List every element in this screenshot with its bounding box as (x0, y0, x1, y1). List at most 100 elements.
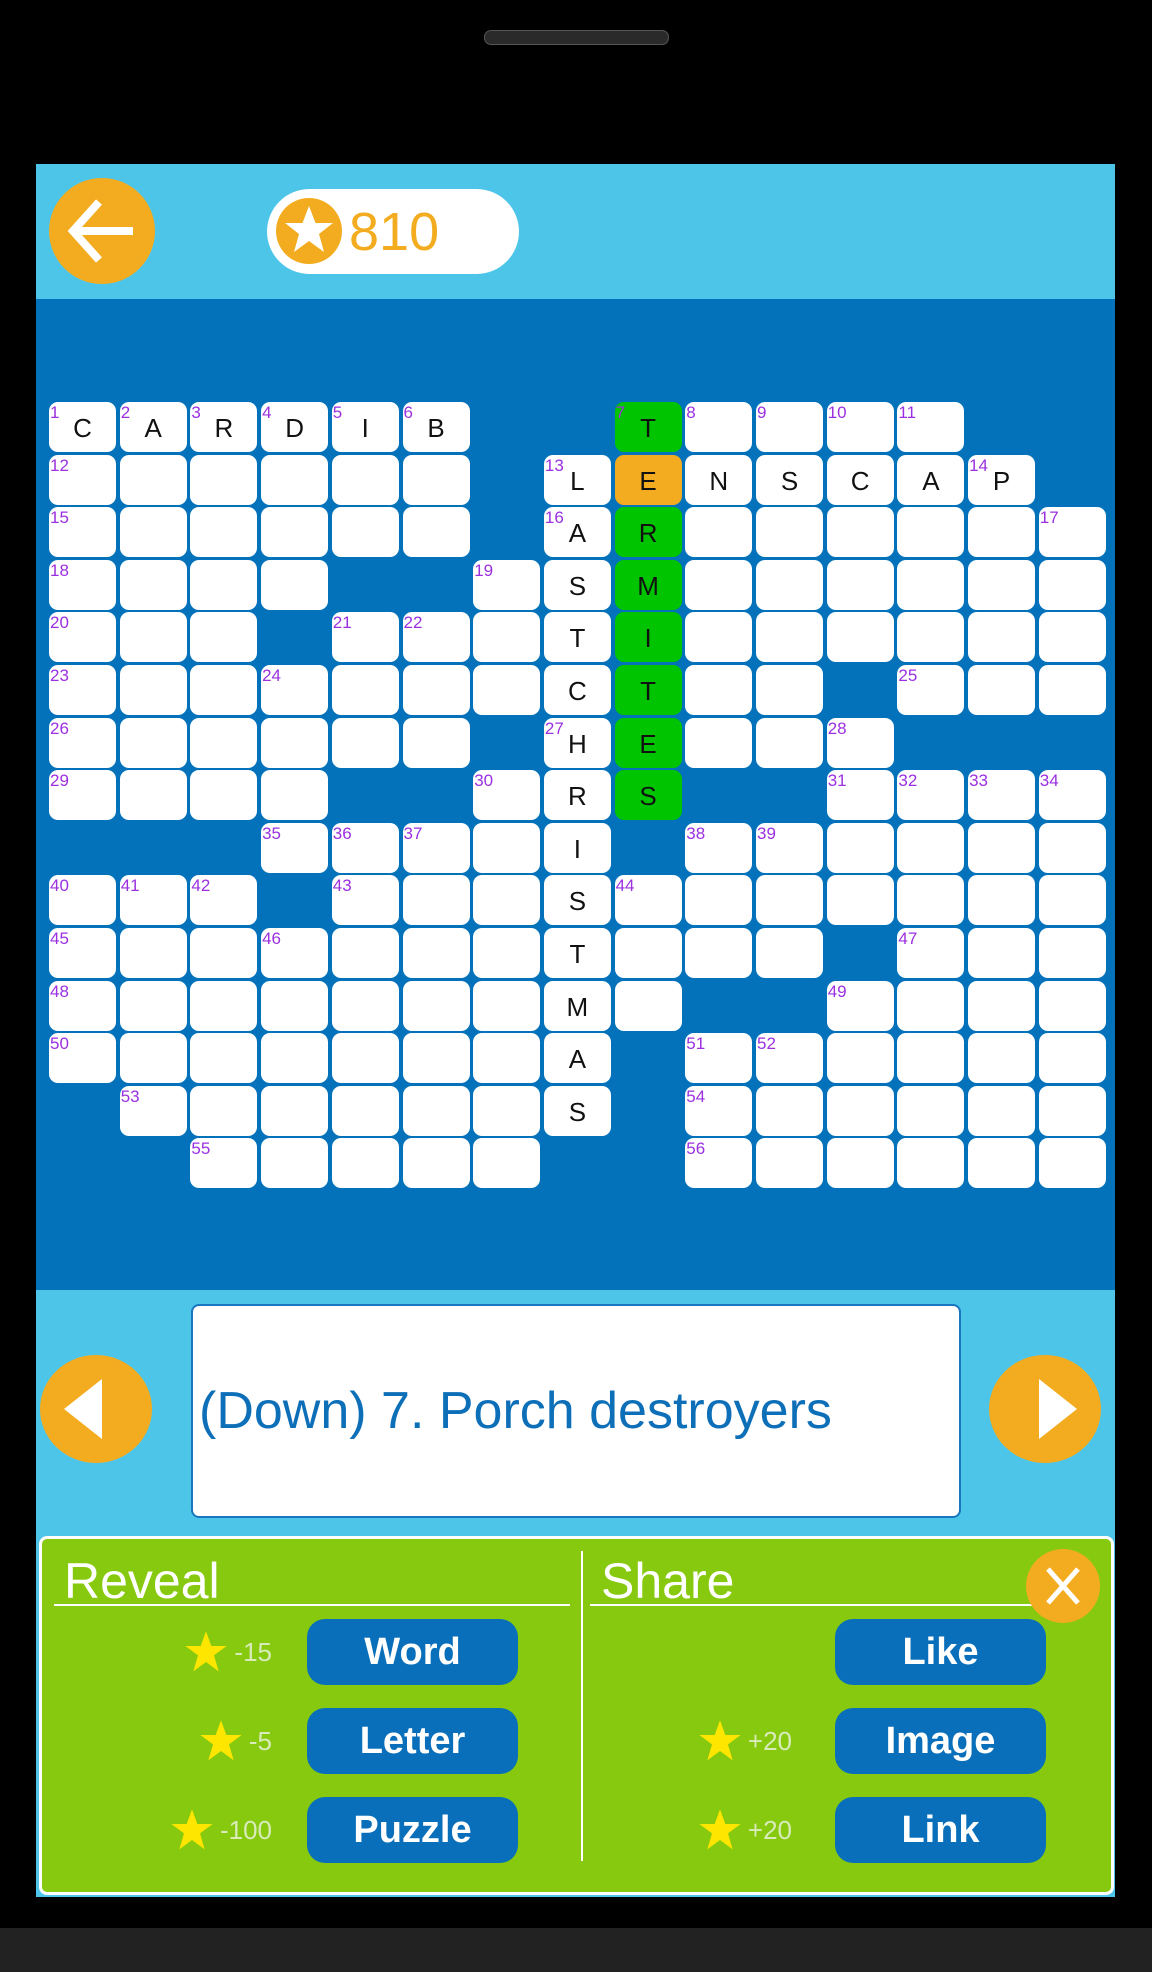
grid-cell[interactable]: N (685, 454, 753, 505)
grid-cell[interactable]: C (826, 454, 894, 505)
share-link-button[interactable]: Link (835, 1797, 1046, 1863)
grid-cell[interactable] (402, 1138, 470, 1189)
grid-cell[interactable]: S (543, 559, 611, 610)
grid-cell[interactable] (402, 665, 470, 715)
grid-cell[interactable] (1038, 559, 1106, 610)
grid-cell[interactable]: M (543, 980, 611, 1031)
grid-cell[interactable]: 23 (49, 665, 116, 715)
grid-cell[interactable]: A (897, 454, 965, 505)
grid-cell[interactable] (897, 875, 965, 926)
grid-cell[interactable] (614, 928, 682, 978)
grid-cell[interactable]: 35 (261, 822, 329, 873)
grid-cell[interactable]: 6B (402, 402, 470, 452)
grid-cell[interactable] (897, 507, 965, 558)
grid-cell[interactable] (261, 559, 329, 610)
grid-cell[interactable]: 24 (261, 665, 329, 715)
grid-cell[interactable] (1038, 928, 1106, 978)
grid-cell[interactable]: 46 (261, 928, 329, 978)
grid-cell[interactable]: 29 (49, 770, 116, 821)
grid-cell[interactable]: 18 (49, 559, 116, 610)
grid-cell[interactable] (190, 770, 258, 821)
grid-cell[interactable] (826, 1085, 894, 1136)
grid-cell[interactable] (685, 559, 753, 610)
grid-cell[interactable] (402, 980, 470, 1031)
grid-cell[interactable] (473, 1033, 541, 1084)
next-clue-button[interactable] (989, 1355, 1101, 1463)
grid-cell[interactable]: 11 (897, 402, 965, 452)
grid-cell[interactable]: 33 (968, 770, 1036, 821)
grid-cell[interactable] (826, 1138, 894, 1189)
grid-cell[interactable] (756, 717, 823, 768)
grid-cell[interactable] (331, 1033, 399, 1084)
grid-cell[interactable] (756, 875, 823, 926)
grid-cell[interactable] (826, 612, 894, 663)
grid-cell[interactable] (119, 770, 187, 821)
grid-cell[interactable]: S (756, 454, 823, 505)
grid-cell[interactable] (261, 1138, 329, 1189)
grid-cell[interactable]: 3R (190, 402, 258, 452)
grid-cell[interactable] (261, 454, 329, 505)
grid-cell[interactable]: E (614, 454, 682, 505)
grid-cell[interactable]: A (543, 1033, 611, 1084)
grid-cell[interactable]: S (543, 1085, 611, 1136)
grid-cell[interactable]: 32 (897, 770, 965, 821)
grid-cell[interactable] (402, 928, 470, 978)
back-button[interactable] (49, 178, 155, 284)
grid-cell[interactable]: 52 (756, 1033, 823, 1084)
grid-cell[interactable] (756, 612, 823, 663)
grid-cell[interactable] (1038, 1138, 1106, 1189)
grid-cell[interactable] (897, 822, 965, 873)
grid-cell[interactable]: 39 (756, 822, 823, 873)
grid-cell[interactable] (190, 980, 258, 1031)
grid-cell[interactable] (897, 1085, 965, 1136)
previous-clue-button[interactable] (40, 1355, 152, 1463)
grid-cell[interactable]: 10 (826, 402, 894, 452)
grid-cell[interactable] (473, 822, 541, 873)
grid-cell[interactable] (473, 980, 541, 1031)
grid-cell[interactable]: 28 (826, 717, 894, 768)
grid-cell[interactable] (968, 665, 1036, 715)
grid-cell[interactable] (685, 507, 753, 558)
grid-cell[interactable]: 8 (685, 402, 753, 452)
grid-cell[interactable] (261, 1033, 329, 1084)
grid-cell[interactable] (756, 665, 823, 715)
grid-cell[interactable]: R (543, 770, 611, 821)
reveal-word-button[interactable]: Word (307, 1619, 518, 1685)
grid-cell[interactable] (473, 665, 541, 715)
grid-cell[interactable] (968, 980, 1036, 1031)
grid-cell[interactable]: 43 (331, 875, 399, 926)
grid-cell[interactable]: 36 (331, 822, 399, 873)
grid-cell[interactable] (968, 559, 1036, 610)
grid-cell[interactable] (402, 507, 470, 558)
grid-cell[interactable] (261, 980, 329, 1031)
grid-cell[interactable] (331, 507, 399, 558)
grid-cell[interactable] (119, 980, 187, 1031)
grid-cell[interactable] (190, 717, 258, 768)
grid-cell[interactable] (119, 612, 187, 663)
grid-cell[interactable]: S (543, 875, 611, 926)
grid-cell[interactable] (331, 1085, 399, 1136)
grid-cell[interactable]: 38 (685, 822, 753, 873)
grid-cell[interactable]: 25 (897, 665, 965, 715)
grid-cell[interactable] (261, 717, 329, 768)
grid-cell[interactable] (1038, 1085, 1106, 1136)
grid-cell[interactable]: 42 (190, 875, 258, 926)
grid-cell[interactable] (190, 507, 258, 558)
grid-cell[interactable]: 37 (402, 822, 470, 873)
grid-cell[interactable] (402, 1085, 470, 1136)
grid-cell[interactable]: 17 (1038, 507, 1106, 558)
grid-cell[interactable]: M (614, 559, 682, 610)
grid-cell[interactable]: E (614, 717, 682, 768)
grid-cell[interactable]: 48 (49, 980, 116, 1031)
close-panel-button[interactable] (1026, 1549, 1100, 1623)
grid-cell[interactable] (119, 1033, 187, 1084)
grid-cell[interactable] (331, 454, 399, 505)
grid-cell[interactable]: 9 (756, 402, 823, 452)
grid-cell[interactable]: 21 (331, 612, 399, 663)
grid-cell[interactable]: 13 L (543, 454, 611, 505)
grid-cell[interactable]: 12 (49, 454, 116, 505)
grid-cell[interactable] (685, 928, 753, 978)
grid-cell[interactable] (685, 665, 753, 715)
grid-cell[interactable]: 50 (49, 1033, 116, 1084)
share-like-button[interactable]: Like (835, 1619, 1046, 1685)
